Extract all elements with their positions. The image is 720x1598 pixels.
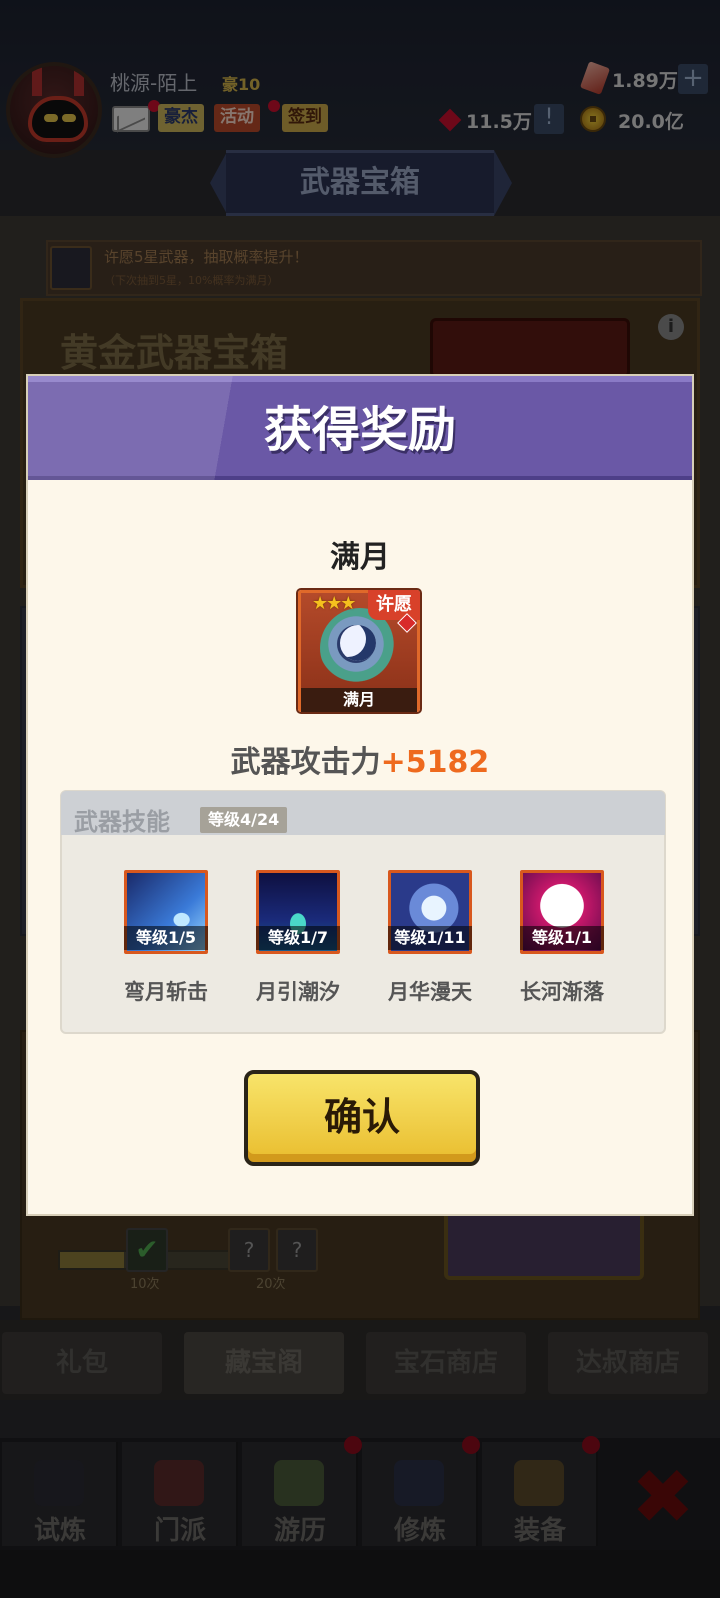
skill-level: 等级1/7	[256, 926, 340, 950]
star-rating: ★★★	[312, 593, 356, 614]
skill-level: 等级1/5	[124, 926, 208, 950]
weapon-skills-level: 等级4/24	[200, 807, 288, 833]
confirm-button[interactable]: 确认	[244, 1070, 480, 1166]
crescent-moon-icon	[340, 625, 376, 661]
skill-name: 月华漫天	[388, 980, 472, 1004]
attack-row: 武器攻击力+5182	[28, 737, 692, 781]
skill-name: 弯月斩击	[124, 980, 208, 1004]
skill-name: 月引潮汐	[256, 980, 340, 1004]
reward-item-name: 满月	[330, 540, 390, 575]
skill-level: 等级1/1	[520, 926, 604, 950]
dialog-title: 获得奖励	[263, 402, 456, 458]
weapon-card-label: 满月	[301, 688, 417, 712]
attack-label: 武器攻击力	[230, 745, 381, 780]
wish-badge: 许愿	[368, 590, 420, 620]
skill-level: 等级1/11	[388, 926, 472, 950]
attack-value: +5182	[380, 745, 490, 780]
weapon-skills-title: 武器技能	[74, 808, 170, 836]
skill-name: 长河渐落	[520, 980, 604, 1004]
